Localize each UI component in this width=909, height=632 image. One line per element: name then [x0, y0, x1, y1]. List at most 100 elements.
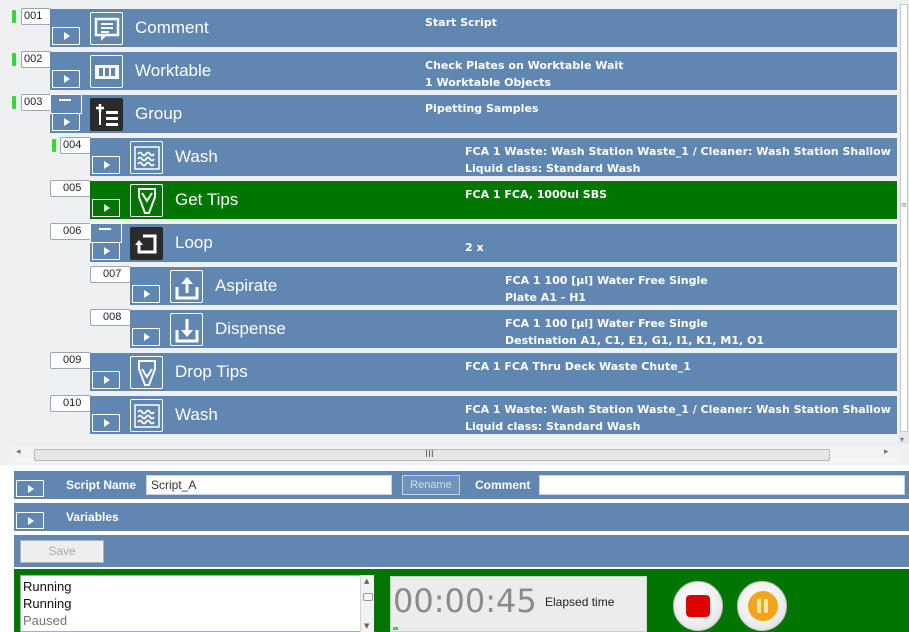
step-label: Comment	[135, 18, 209, 37]
expand-toggle[interactable]	[52, 113, 80, 131]
scroll-down-icon[interactable]: ▾	[900, 435, 904, 444]
step-description: 2 x	[465, 241, 484, 254]
pause-button[interactable]	[737, 581, 787, 631]
step-row-drop-tips[interactable]: Drop Tips FCA 1 FCA Thru Deck Waste Chut…	[90, 353, 897, 391]
step-row-aspirate[interactable]: Aspirate FCA 1 100 [µl] Water Free Singl…	[130, 267, 897, 305]
step-label: Dispense	[215, 319, 286, 338]
elapsed-time-panel: 00:00:45 Elapsed time	[390, 576, 647, 632]
expand-toggle[interactable]	[92, 371, 120, 389]
run-log: Running Running Paused	[20, 575, 373, 632]
status-led	[12, 96, 16, 109]
step-label: Worktable	[135, 61, 212, 80]
expand-toggle[interactable]	[16, 512, 44, 529]
horizontal-scrollbar[interactable]: ◂ III ▸	[10, 447, 898, 463]
script-name-label: Script Name	[66, 478, 137, 492]
step-description: Check Plates on Worktable Wait 1 Worktab…	[425, 59, 624, 89]
comment-icon	[90, 12, 123, 45]
scroll-thumb[interactable]	[900, 4, 908, 432]
script-name-input[interactable]: Script_A	[146, 475, 392, 495]
step-label: Group	[135, 104, 183, 123]
step-number: 006	[50, 223, 91, 240]
step-row-worktable[interactable]: Worktable Check Plates on Worktable Wait…	[50, 52, 897, 90]
step-number: 010	[50, 395, 91, 412]
run-status-bar: Running Running Paused ▲ ▼ 00:00:45 Elap…	[14, 569, 909, 632]
vertical-scrollbar[interactable]: ≡ ▾	[899, 4, 909, 444]
step-number: 009	[50, 352, 91, 369]
save-button[interactable]: Save	[20, 540, 104, 563]
step-row-group[interactable]: Group Pipetting Samples	[50, 95, 897, 133]
pause-icon	[748, 591, 778, 621]
expand-toggle[interactable]	[92, 199, 120, 217]
worktable-icon	[90, 55, 123, 88]
step-description: FCA 1 FCA, 1000ul SBS	[465, 188, 608, 201]
stop-icon	[686, 595, 710, 617]
step-description: FCA 1 Waste: Wash Station Waste_1 / Clea…	[465, 145, 891, 175]
log-line: Running	[23, 596, 72, 611]
expand-toggle[interactable]	[132, 285, 160, 303]
step-number: 002	[21, 51, 51, 68]
step-description: Start Script	[425, 16, 497, 29]
script-properties-row: Script Name Script_A Rename Comment	[14, 471, 909, 499]
step-description: FCA 1 Waste: Wash Station Waste_1 / Clea…	[465, 403, 891, 433]
grip-icon: ≡	[901, 201, 907, 209]
elapsed-timer: 00:00:45	[393, 582, 537, 620]
expand-toggle[interactable]	[92, 242, 120, 260]
rename-button[interactable]: Rename	[402, 475, 460, 495]
step-label: Get Tips	[175, 190, 239, 209]
group-icon	[90, 98, 123, 131]
comment-input[interactable]	[539, 475, 905, 495]
get-tips-icon	[130, 184, 163, 217]
step-row-dispense[interactable]: Dispense FCA 1 100 [µl] Water Free Singl…	[130, 310, 897, 348]
step-number: 001	[21, 8, 51, 25]
save-bar: Save	[14, 535, 909, 567]
step-row-comment[interactable]: Comment Start Script	[50, 9, 897, 47]
variables-row[interactable]: Variables	[14, 503, 909, 531]
step-row-wash[interactable]: Wash FCA 1 Waste: Wash Station Waste_1 /…	[90, 138, 897, 176]
run-progress-bar	[393, 627, 398, 630]
scroll-up-icon[interactable]: ▲	[364, 577, 369, 585]
expand-toggle[interactable]	[52, 27, 80, 45]
script-editor: 001 Comment Start Script 002 Worktable C…	[0, 0, 909, 465]
expand-toggle[interactable]	[92, 156, 120, 174]
expand-toggle[interactable]	[92, 414, 120, 432]
scroll-left-icon[interactable]: ◂	[16, 447, 21, 457]
step-number: 004	[60, 137, 91, 154]
step-label: Aspirate	[215, 276, 278, 295]
step-description: FCA 1 FCA Thru Deck Waste Chute_1	[465, 360, 691, 373]
expand-toggle[interactable]	[132, 328, 160, 346]
log-scrollbar[interactable]: ▲ ▼	[360, 575, 374, 632]
scroll-thumb[interactable]	[363, 593, 373, 601]
wash-icon	[130, 399, 163, 432]
comment-label: Comment	[475, 478, 531, 492]
step-row-get-tips[interactable]: Get Tips FCA 1 FCA, 1000ul SBS	[90, 181, 897, 219]
elapsed-time-label: Elapsed time	[545, 595, 615, 609]
expand-toggle[interactable]	[16, 480, 44, 497]
status-led	[12, 53, 16, 66]
step-number: 007	[90, 266, 131, 283]
step-description: Pipetting Samples	[425, 102, 539, 115]
step-description: FCA 1 100 [µl] Water Free Single Plate A…	[505, 274, 708, 304]
step-label: Wash	[175, 147, 218, 166]
scroll-down-icon[interactable]: ▼	[364, 622, 369, 630]
step-number: 008	[90, 309, 131, 326]
expand-toggle[interactable]	[52, 70, 80, 88]
log-line: Paused	[23, 613, 68, 628]
step-label: Wash	[175, 405, 218, 424]
grip-icon: III	[425, 449, 434, 460]
step-row-wash[interactable]: Wash FCA 1 Waste: Wash Station Waste_1 /…	[90, 396, 897, 434]
aspirate-icon	[170, 270, 203, 303]
step-row-loop[interactable]: Loop 2 x	[90, 224, 897, 262]
variables-label: Variables	[66, 510, 119, 524]
step-label: Drop Tips	[175, 362, 248, 381]
status-led	[52, 139, 56, 152]
scroll-thumb[interactable]: III	[34, 449, 830, 461]
step-number: 005	[50, 180, 91, 197]
step-number: 003	[21, 94, 51, 111]
scroll-right-icon[interactable]: ▸	[884, 447, 889, 457]
loop-icon	[130, 227, 163, 260]
drop-tips-icon	[130, 356, 163, 389]
step-description: FCA 1 100 [µl] Water Free Single Destina…	[505, 317, 764, 347]
step-label: Loop	[175, 233, 213, 252]
log-line: Running	[23, 579, 72, 594]
stop-button[interactable]	[673, 581, 723, 631]
